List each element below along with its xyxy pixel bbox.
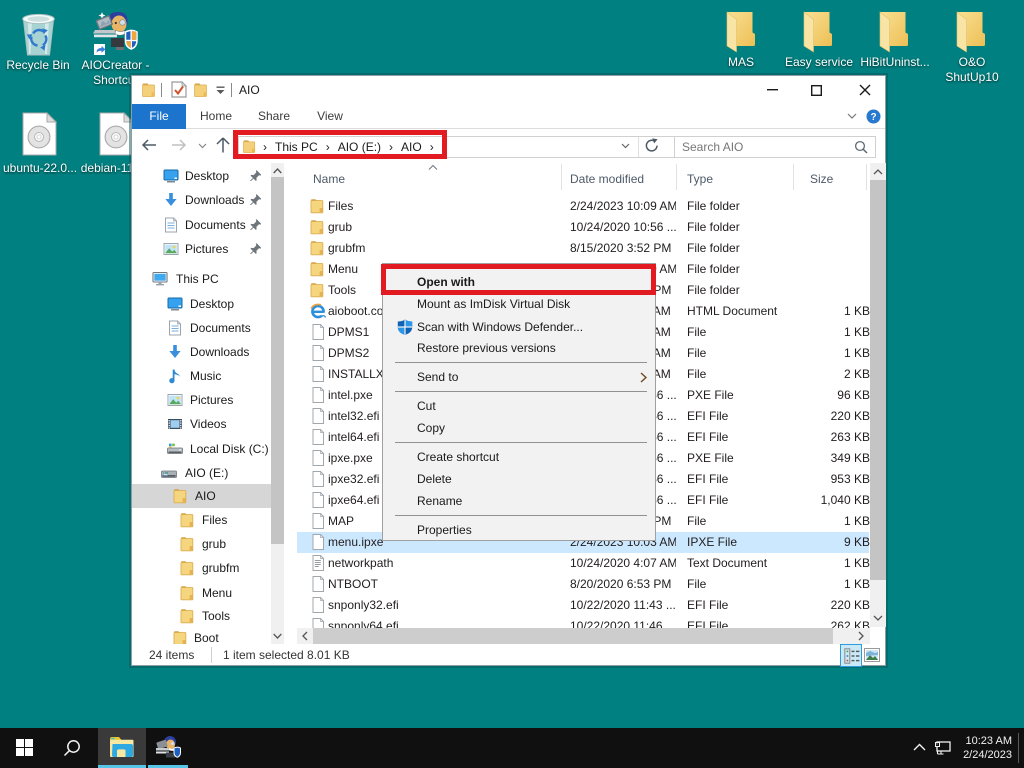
svg-text:?: ? [870, 112, 876, 123]
